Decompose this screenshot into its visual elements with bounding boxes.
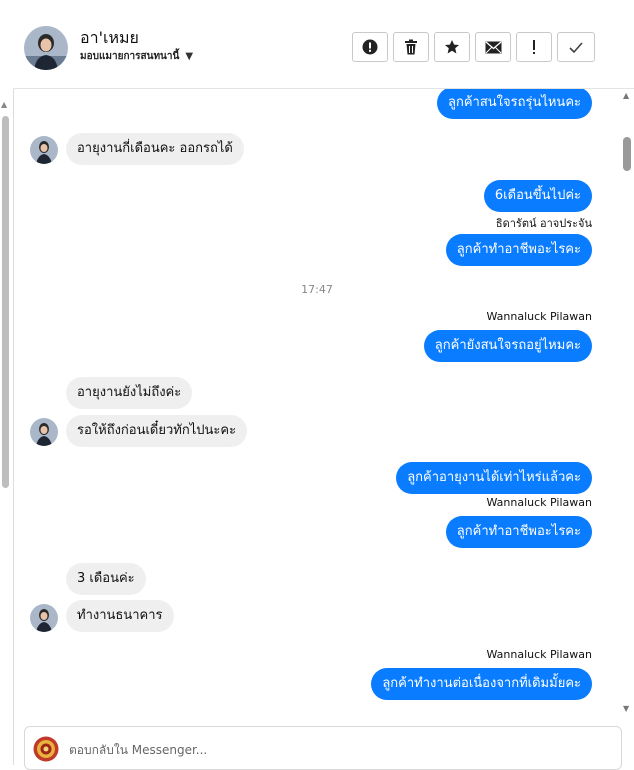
alert-circle-icon (362, 39, 378, 55)
incoming-message[interactable]: ทำงานธนาคาร (66, 600, 174, 632)
delete-button[interactable] (393, 32, 429, 62)
incoming-message[interactable]: อายุงานกี่เดือนคะ ออกรถได้ (66, 133, 244, 165)
incoming-message[interactable]: รอให้ถึงก่อนเดี๋ยวทักไปนะคะ (66, 415, 248, 447)
mail-icon (485, 41, 501, 53)
outgoing-message[interactable]: ลูกค้าอายุงานได้เท่าไหร่แล้วคะ (396, 462, 592, 494)
reply-input[interactable]: ตอบกลับใน Messenger... (69, 741, 207, 760)
outgoing-message[interactable]: 6เดือนขึ้นไปค่ะ (483, 180, 592, 212)
message-thread[interactable]: ลูกค้าสนใจรถรุ่นไหนคะ อายุงานกี่เดือนคะ … (13, 89, 621, 713)
contact-avatar-small (30, 604, 58, 632)
sender-name: Wannaluck Pilawan (486, 310, 593, 323)
scroll-up-arrow-icon[interactable]: ▲ (623, 91, 629, 100)
check-icon (569, 41, 583, 53)
mark-unread-button[interactable] (475, 32, 511, 62)
outgoing-message[interactable]: ลูกค้าทำงานต่อเนื่องจากที่เดิมมั้ยคะ (371, 668, 592, 700)
mark-spam-button[interactable] (352, 32, 388, 62)
outgoing-message[interactable]: ลูกค้ายังสนใจรถอยู่ไหมคะ (423, 330, 592, 362)
contact-avatar-small (30, 136, 58, 164)
exclamation-icon (533, 40, 535, 54)
thread-scrollbar[interactable]: ▲ ▼ (621, 89, 634, 713)
outgoing-message[interactable]: ลูกค้าทำอาชีพอะไรคะ (445, 516, 592, 548)
conversation-header: อา'เหมย มอบแมายการสนทนานี้ ▼ (13, 8, 634, 89)
page-scrollbar-thumb[interactable] (2, 116, 9, 488)
incoming-message[interactable]: อายุงานยังไม่ถึงค่ะ (66, 377, 193, 409)
assign-label: มอบแมายการสนทนานี้ (80, 51, 180, 62)
contact-avatar[interactable] (24, 26, 68, 70)
outgoing-message[interactable]: ลูกค้าสนใจรถรุ่นไหนคะ (436, 89, 592, 119)
contact-avatar-small (30, 418, 58, 446)
trash-icon (405, 39, 417, 55)
caret-down-icon: ▼ (185, 51, 194, 62)
mark-done-button[interactable] (557, 32, 595, 62)
timestamp: 17:47 (301, 283, 333, 296)
thread-scrollbar-thumb[interactable] (623, 137, 631, 171)
star-button[interactable] (434, 32, 470, 62)
important-button[interactable] (516, 32, 552, 62)
sender-name: Wannaluck Pilawan (486, 648, 593, 661)
page-profile-icon (33, 736, 59, 762)
header-toolbar (352, 32, 595, 62)
incoming-message[interactable]: 3 เดือนค่ะ (66, 563, 146, 595)
assign-conversation-dropdown[interactable]: มอบแมายการสนทนานี้ ▼ (80, 49, 193, 64)
star-icon (445, 40, 459, 54)
page-scrollbar[interactable]: ▲ (0, 100, 11, 500)
scroll-up-arrow-icon[interactable]: ▲ (1, 100, 7, 109)
sender-name: Wannaluck Pilawan (486, 496, 593, 509)
contact-name: อา'เหมย (80, 28, 139, 47)
reply-composer[interactable]: ตอบกลับใน Messenger... (24, 726, 622, 770)
sender-name: ธิดารัตน์ อาจประจัน (495, 217, 592, 230)
outgoing-message[interactable]: ลูกค้าทำอาชีพอะไรคะ (445, 234, 592, 266)
scroll-down-arrow-icon[interactable]: ▼ (623, 704, 629, 713)
